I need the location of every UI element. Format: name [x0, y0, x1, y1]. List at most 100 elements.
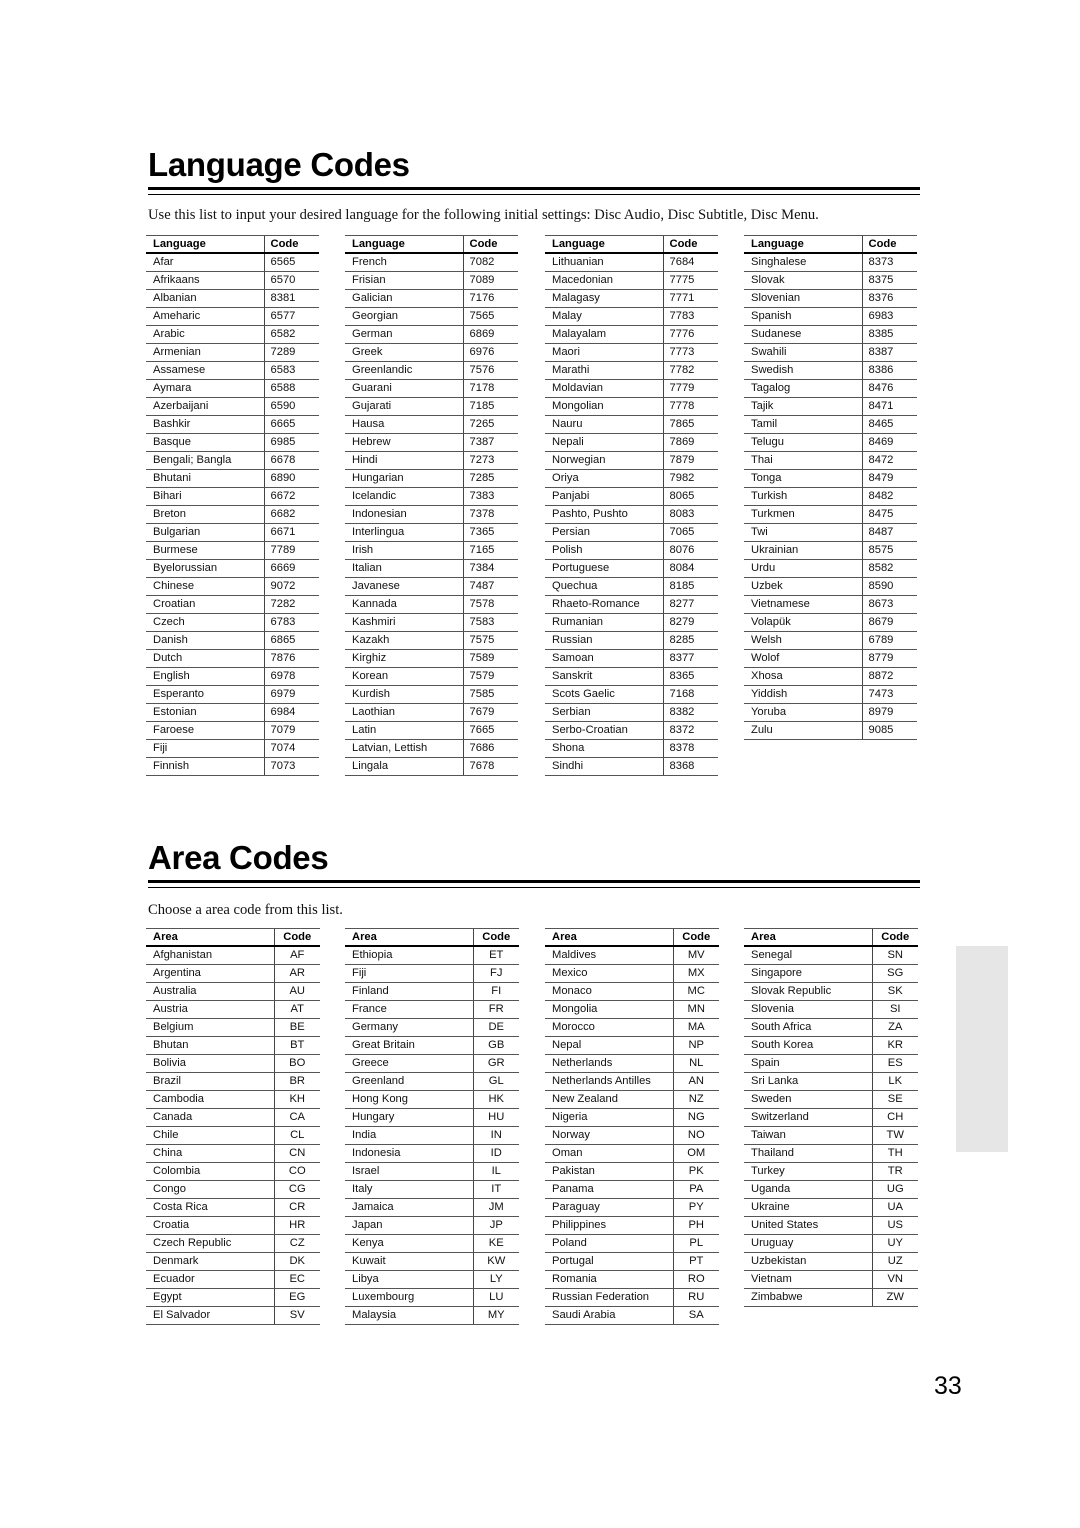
table-row: Turkey TR	[744, 1162, 918, 1181]
language-code: 7575	[462, 631, 518, 650]
area-code: MN	[672, 1000, 719, 1019]
language-code: 7282	[263, 595, 319, 614]
area-name: Netherlands Antilles	[545, 1072, 673, 1091]
table-row: Canada CA	[146, 1108, 320, 1127]
area-code: EG	[273, 1288, 320, 1307]
language-name: Latin	[345, 721, 463, 740]
language-name: Ameharic	[146, 307, 264, 326]
language-name: Chinese	[146, 577, 264, 596]
area-code: NP	[672, 1036, 719, 1055]
language-name: Albanian	[146, 289, 264, 308]
table-row: Finnish 7073	[146, 757, 319, 776]
header-code: Code	[462, 235, 518, 254]
language-code: 7265	[462, 415, 518, 434]
table-row: Philippines PH	[545, 1216, 719, 1235]
language-name: Hebrew	[345, 433, 463, 452]
language-name: Samoan	[545, 649, 663, 668]
language-code: 8386	[861, 361, 917, 380]
table-row: South Korea KR	[744, 1036, 918, 1055]
language-code: 8872	[861, 667, 917, 686]
area-name: El Salvador	[146, 1306, 274, 1325]
area-name: Denmark	[146, 1252, 274, 1271]
header-code: Code	[472, 928, 519, 947]
header-area: Area	[744, 928, 872, 947]
area-code: SA	[672, 1306, 719, 1325]
area-name: Indonesia	[345, 1144, 473, 1163]
area-name: India	[345, 1126, 473, 1145]
area-code: JM	[472, 1198, 519, 1217]
language-name: German	[345, 325, 463, 344]
language-code: 8382	[662, 703, 718, 722]
table-row: Norwegian 7879	[545, 451, 718, 470]
area-name: Germany	[345, 1018, 473, 1037]
language-name: Interlingua	[345, 523, 463, 542]
area-name: Canada	[146, 1108, 274, 1127]
table-row: Quechua 8185	[545, 577, 718, 596]
table-row: Yiddish 7473	[744, 685, 917, 704]
language-name: Persian	[545, 523, 663, 542]
language-code: 6984	[263, 703, 319, 722]
table-row: Greece GR	[345, 1054, 519, 1073]
area-code: UZ	[871, 1252, 918, 1271]
area-code: NZ	[672, 1090, 719, 1109]
language-name: Kurdish	[345, 685, 463, 704]
language-name: Malayalam	[545, 325, 663, 344]
table-row: Malagasy 7771	[545, 289, 718, 308]
table-row: Panjabi 8065	[545, 487, 718, 506]
area-name: Great Britain	[345, 1036, 473, 1055]
language-name: Czech	[146, 613, 264, 632]
header-code: Code	[871, 928, 918, 947]
language-code: 8387	[861, 343, 917, 362]
language-name: Thai	[744, 451, 862, 470]
language-name: Lingala	[345, 757, 463, 776]
language-code: 6869	[462, 325, 518, 344]
table-row: Byelorussian 6669	[146, 559, 319, 578]
language-code: 7073	[263, 757, 319, 776]
language-code: 6583	[263, 361, 319, 380]
area-code: AU	[273, 982, 320, 1001]
language-code: 7783	[662, 307, 718, 326]
area-name: Portugal	[545, 1252, 673, 1271]
language-code: 8365	[662, 667, 718, 686]
table-row: Nigeria NG	[545, 1108, 719, 1127]
language-code: 7273	[462, 451, 518, 470]
area-name: Sweden	[744, 1090, 872, 1109]
language-name: Azerbaijani	[146, 397, 264, 416]
area-name: China	[146, 1144, 274, 1163]
header-area: Area	[146, 928, 274, 947]
area-name: Bolivia	[146, 1054, 274, 1073]
title-rule-thick	[148, 187, 920, 190]
table-row: Bengali; Bangla 6678	[146, 451, 319, 470]
area-code: UY	[871, 1234, 918, 1253]
area-title-rule-thick	[148, 880, 920, 883]
language-name: English	[146, 667, 264, 686]
area-code: UA	[871, 1198, 918, 1217]
table-row: Colombia CO	[146, 1162, 320, 1181]
area-name: Argentina	[146, 964, 274, 983]
table-row: Bulgarian 6671	[146, 523, 319, 542]
area-code: LY	[472, 1270, 519, 1289]
table-row: Telugu 8469	[744, 433, 917, 452]
language-name: Zulu	[744, 721, 862, 740]
language-code: 7679	[462, 703, 518, 722]
area-code: PA	[672, 1180, 719, 1199]
language-code: 7473	[861, 685, 917, 704]
table-row: Uzbekistan UZ	[744, 1252, 918, 1271]
area-code: ET	[472, 946, 519, 965]
table-row: Singhalese 8373	[744, 253, 917, 272]
header-code: Code	[273, 928, 320, 947]
table-row: Sweden SE	[744, 1090, 918, 1109]
table-row: Kurdish 7585	[345, 685, 518, 704]
area-name: Luxembourg	[345, 1288, 473, 1307]
table-row: Slovenia SI	[744, 1000, 918, 1019]
table-row: Switzerland CH	[744, 1108, 918, 1127]
table-row: Xhosa 8872	[744, 667, 917, 686]
language-name: Serbian	[545, 703, 663, 722]
language-name: Estonian	[146, 703, 264, 722]
area-name: Singapore	[744, 964, 872, 983]
area-name: Pakistan	[545, 1162, 673, 1181]
language-code: 6570	[263, 271, 319, 290]
area-code: OM	[672, 1144, 719, 1163]
area-name: Costa Rica	[146, 1198, 274, 1217]
language-name: Kirghiz	[345, 649, 463, 668]
